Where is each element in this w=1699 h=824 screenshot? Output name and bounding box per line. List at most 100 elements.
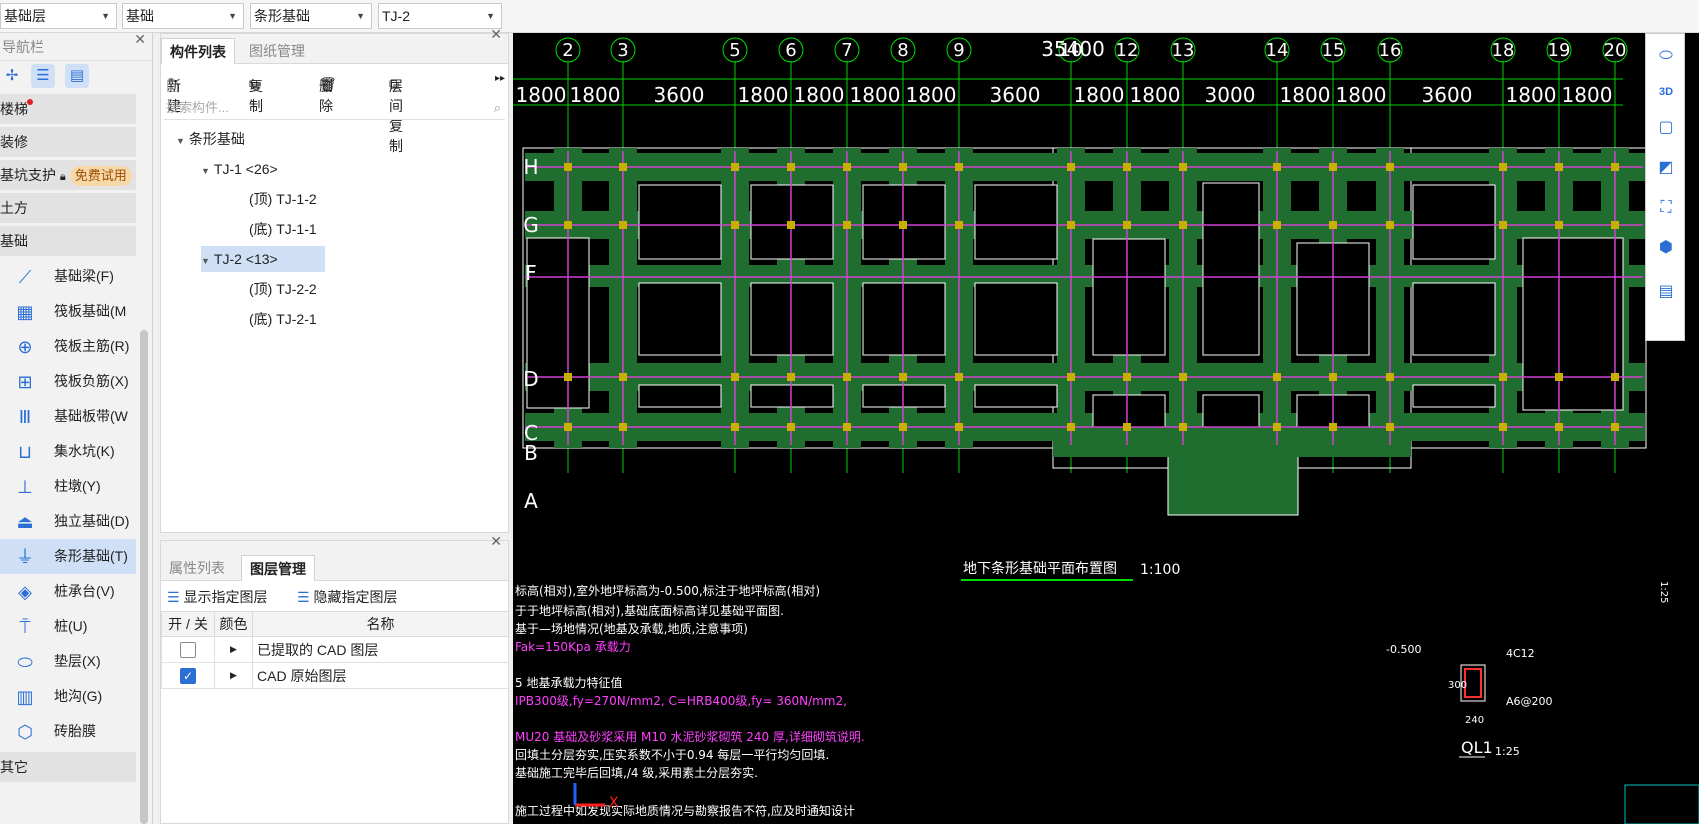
cushion-icon: ⬭ xyxy=(17,652,33,672)
column-mark xyxy=(843,373,851,381)
search-icon[interactable]: ⌕ xyxy=(494,96,501,120)
tree-item[interactable]: (底) TJ-2-1 xyxy=(249,306,317,332)
plan-title: 地下条形基础平面布置图 xyxy=(963,560,1117,577)
foundation-opening xyxy=(1092,394,1166,428)
element-select-value: TJ-2 xyxy=(382,8,410,24)
toggle-cell xyxy=(161,636,215,663)
nav-item-column-pier[interactable]: ⊥ 柱墩(Y) xyxy=(0,469,136,504)
expand-icon: ▼ xyxy=(176,136,185,146)
foundation-opening xyxy=(1092,238,1166,356)
table-row[interactable]: ✓ ▶ CAD 原始图层 xyxy=(161,662,509,689)
column-mark xyxy=(899,373,907,381)
nav-item-sump-pit[interactable]: ⊔ 集水坑(K) xyxy=(0,434,136,469)
close-icon[interactable]: ✕ xyxy=(490,533,502,550)
close-icon[interactable]: ✕ xyxy=(490,26,502,43)
box-view-icon[interactable]: ⬢ xyxy=(1652,234,1680,262)
detail-view-icon[interactable]: ▤ xyxy=(65,64,89,88)
tree-group-tj1[interactable]: ▼ TJ-1 <26> xyxy=(201,156,278,182)
cad-canvas[interactable]: 2 3 5 6 7 8 9 10 12 13 14 15 16 18 19 20 35400 1800 1800 36… xyxy=(513,33,1699,824)
tab-drawing-management[interactable]: 图纸管理 xyxy=(241,38,313,64)
layer-visibility-checkbox[interactable] xyxy=(180,642,196,659)
tree-group-tj2[interactable]: ▼ TJ-2 <13> xyxy=(201,246,325,272)
3d-view-icon[interactable]: 3D xyxy=(1652,78,1680,106)
tree-item[interactable]: (顶) TJ-2-2 xyxy=(249,276,317,302)
column-mark xyxy=(1611,423,1619,431)
tree-item[interactable]: (顶) TJ-1-2 xyxy=(249,186,317,212)
search-input[interactable]: 搜索构件... ⌕ xyxy=(164,96,505,120)
floor-select[interactable]: 基础层 ▼ xyxy=(0,3,117,29)
tab-component-list[interactable]: 构件列表 xyxy=(161,38,235,64)
component-tree: ▼ 条形基础 ▼ TJ-1 <26> (顶) TJ-1-2 (底) TJ-1-1 ▼… xyxy=(161,120,508,520)
side-scale: 1:25 xyxy=(1658,581,1669,603)
column-mark xyxy=(1123,373,1131,381)
component-list-panel: 构件列表 图纸管理 ✕ 🗋︎ 新建 ▼ ⧉ 复制 🗑︎ 删除 ⧉ 层间复制 ▸▸… xyxy=(160,26,509,533)
detail-scale: 1:25 xyxy=(1495,745,1520,758)
nav-category-other[interactable]: 其它 xyxy=(0,752,136,782)
tree-root[interactable]: ▼ 条形基础 xyxy=(176,126,245,152)
nav-category-label: 其它 xyxy=(0,759,28,775)
axis-number: 3 xyxy=(617,40,628,61)
dimension-label: 3000 xyxy=(1205,83,1256,107)
list-view-icon[interactable]: ☰ xyxy=(31,64,55,88)
floor-select-value: 基础层 xyxy=(4,8,46,24)
nav-category-foundation[interactable]: 基础 xyxy=(0,226,136,256)
nav-item-trench[interactable]: ▥ 地沟(G) xyxy=(0,679,136,714)
foundation-opening xyxy=(974,384,1058,408)
nav-item-raft-negative-rebar[interactable]: ⊞ 筏板负筋(X) xyxy=(0,364,136,399)
layer-visibility-checkbox[interactable]: ✓ xyxy=(180,668,196,685)
foundation-opening xyxy=(1202,182,1260,356)
column-mark xyxy=(955,163,963,171)
nav-category-decoration[interactable]: 装修 xyxy=(0,127,136,157)
tree-item[interactable]: (底) TJ-1-1 xyxy=(249,216,317,242)
free-trial-badge[interactable]: 免费试用 xyxy=(69,166,132,186)
nav-item-label: 柱墩(Y) xyxy=(54,478,101,494)
nav-item-pile-cap[interactable]: ◈ 桩承台(V) xyxy=(0,574,136,609)
nav-category-stairs[interactable]: 楼梯 xyxy=(0,94,136,124)
close-icon[interactable]: ✕ xyxy=(134,25,146,53)
cube-solid-icon[interactable]: ◩ xyxy=(1652,154,1680,182)
column-mark xyxy=(1067,373,1075,381)
column-mark xyxy=(1123,423,1131,431)
tab-properties[interactable]: 属性列表 xyxy=(161,555,233,581)
nav-item-foundation-strip[interactable]: Ⅲ 基础板带(W xyxy=(0,399,136,434)
nav-item-brick-form[interactable]: ⬡ 砖胎膜 xyxy=(0,714,136,749)
orbit-icon[interactable]: ⬭ xyxy=(1652,42,1680,70)
cube-icon[interactable]: ▢ xyxy=(1652,114,1680,142)
add-icon[interactable]: ✢ xyxy=(0,64,24,88)
nav-item-raft-main-rebar[interactable]: ⊕ 筏板主筋(R) xyxy=(0,329,136,364)
column-mark xyxy=(787,373,795,381)
element-select[interactable]: TJ-2 ▼ xyxy=(378,3,502,29)
nav-category-earthwork[interactable]: 土方 xyxy=(0,193,136,223)
hide-layer-button[interactable]: ☰ 隐藏指定图层 xyxy=(297,587,397,607)
nav-item-label: 条形基础(T) xyxy=(54,548,128,564)
column-mark xyxy=(1555,423,1563,431)
tab-layer-management[interactable]: 图层管理 xyxy=(241,555,315,581)
axis-number: 6 xyxy=(785,40,796,61)
nav-item-isolated-foundation[interactable]: ⏏ 独立基础(D) xyxy=(0,504,136,539)
pile-icon: ⍑ xyxy=(19,617,31,637)
table-row[interactable]: ▶ 已提取的 CAD 图层 xyxy=(161,636,509,663)
foundation-opening xyxy=(750,384,834,408)
nav-item-strip-foundation[interactable]: ⏚ 条形基础(T) xyxy=(0,539,136,574)
dimension-label: 3600 xyxy=(654,83,705,107)
cad-drawing[interactable]: 2 3 5 6 7 8 9 10 12 13 14 15 16 18 19 20354001800 1800 36… xyxy=(513,33,1699,824)
more-icon[interactable]: ▸▸ xyxy=(495,73,505,84)
axis-number: 15 xyxy=(1322,40,1345,61)
show-layer-button[interactable]: ☰ 显示指定图层 xyxy=(167,587,267,607)
fullscreen-icon[interactable]: ⛶ xyxy=(1652,194,1680,222)
nav-item-raft-foundation[interactable]: ▦ 筏板基础(M xyxy=(0,294,136,329)
tree-group-label: TJ-1 <26> xyxy=(213,161,278,177)
nav-category-excavation-support[interactable]: 基坑支护 🔒︎ 免费试用 xyxy=(0,160,136,190)
view-toolbar: ⬭ 3D ▢ ◩ ⛶ ⬢ ▤ xyxy=(1645,33,1685,341)
expand-icon[interactable]: ▶ xyxy=(214,636,253,663)
type-select[interactable]: 条形基础 ▼ xyxy=(250,3,372,29)
nav-item-foundation-beam[interactable]: ⟋ 基础梁(F) xyxy=(0,259,136,294)
properties-view-icon[interactable]: ▤ xyxy=(1652,278,1680,306)
column-mark xyxy=(787,163,795,171)
column-mark xyxy=(619,373,627,381)
expand-icon[interactable]: ▶ xyxy=(214,662,253,689)
nav-item-cushion[interactable]: ⬭ 垫层(X) xyxy=(0,644,136,679)
nav-scrollbar[interactable] xyxy=(140,330,148,824)
nav-item-pile[interactable]: ⍑ 桩(U) xyxy=(0,609,136,644)
column-mark xyxy=(1329,163,1337,171)
